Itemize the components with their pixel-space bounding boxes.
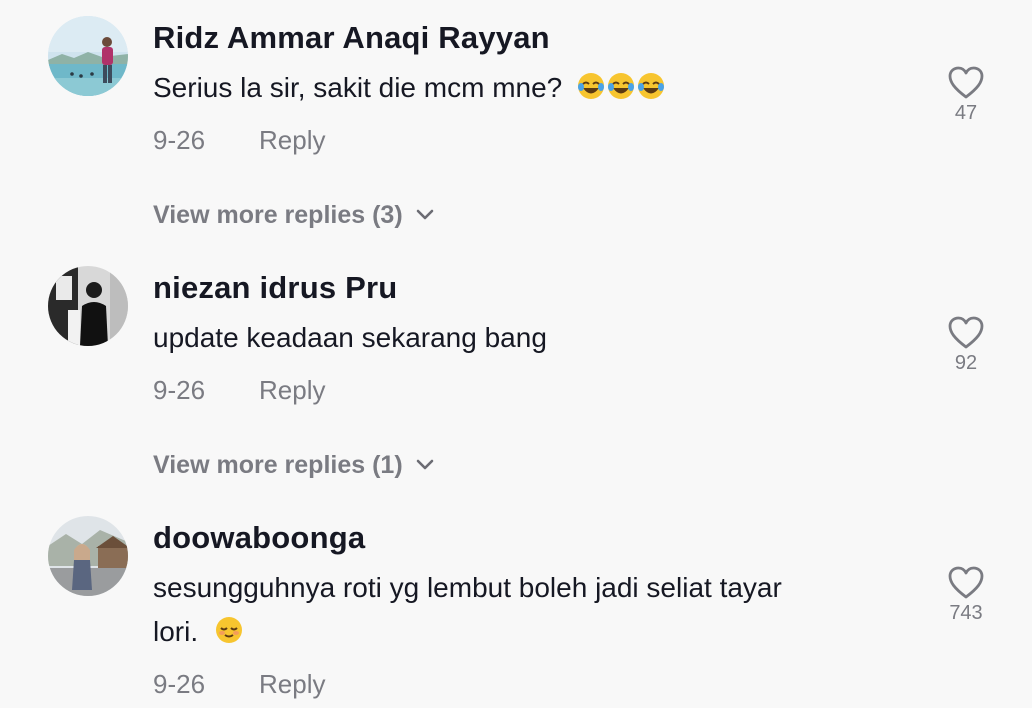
heart-outline-icon [940,316,992,350]
view-more-replies-button[interactable]: View more replies (1) [153,449,435,480]
avatar[interactable] [48,16,128,96]
avatar[interactable] [48,516,128,596]
like-button[interactable]: 92 [940,316,992,375]
chevron-down-icon [415,199,435,228]
face-with-tears-of-joy-icon [636,71,666,101]
comment-text-line-2: lori. [153,610,913,654]
comment-username[interactable]: Ridz Ammar Anaqi Rayyan [153,20,550,56]
comment-text-content: Serius la sir, sakit die mcm mne? [153,72,563,103]
comment-username[interactable]: niezan idrus Pru [153,270,397,306]
comment-date: 9-26 [153,669,206,699]
like-count: 47 [954,102,978,124]
heart-outline-icon [940,66,992,100]
relieved-face-icon [214,615,244,645]
comment-username[interactable]: doowaboonga [153,520,365,556]
like-count: 92 [954,352,978,374]
comment-text: Serius la sir, sakit die mcm mne? [153,66,913,110]
avatar[interactable] [48,266,128,346]
view-more-replies-label: View more replies (1) [153,451,403,479]
face-with-tears-of-joy-icon [576,71,606,101]
reply-button[interactable]: Reply [259,125,325,156]
comment-date: 9-26 [153,375,206,405]
face-with-tears-of-joy-icon [606,71,636,101]
like-button[interactable]: 47 [940,66,992,125]
view-more-replies-button[interactable]: View more replies (3) [153,199,435,230]
chevron-down-icon [415,449,435,478]
comment-text: update keadaan sekarang bang [153,322,547,353]
comment-date: 9-26 [153,125,206,155]
like-button[interactable]: 743 [940,566,992,625]
view-more-replies-label: View more replies (3) [153,201,403,229]
heart-outline-icon [940,566,992,600]
like-count: 743 [949,602,983,624]
comment-text-line: sesungguhnya roti yg lembut boleh jadi s… [153,572,782,603]
comment-text: sesungguhnya roti yg lembut boleh jadi s… [153,566,913,654]
reply-button[interactable]: Reply [259,669,325,700]
reply-button[interactable]: Reply [259,375,325,406]
comment-text-content: lori. [153,616,199,647]
